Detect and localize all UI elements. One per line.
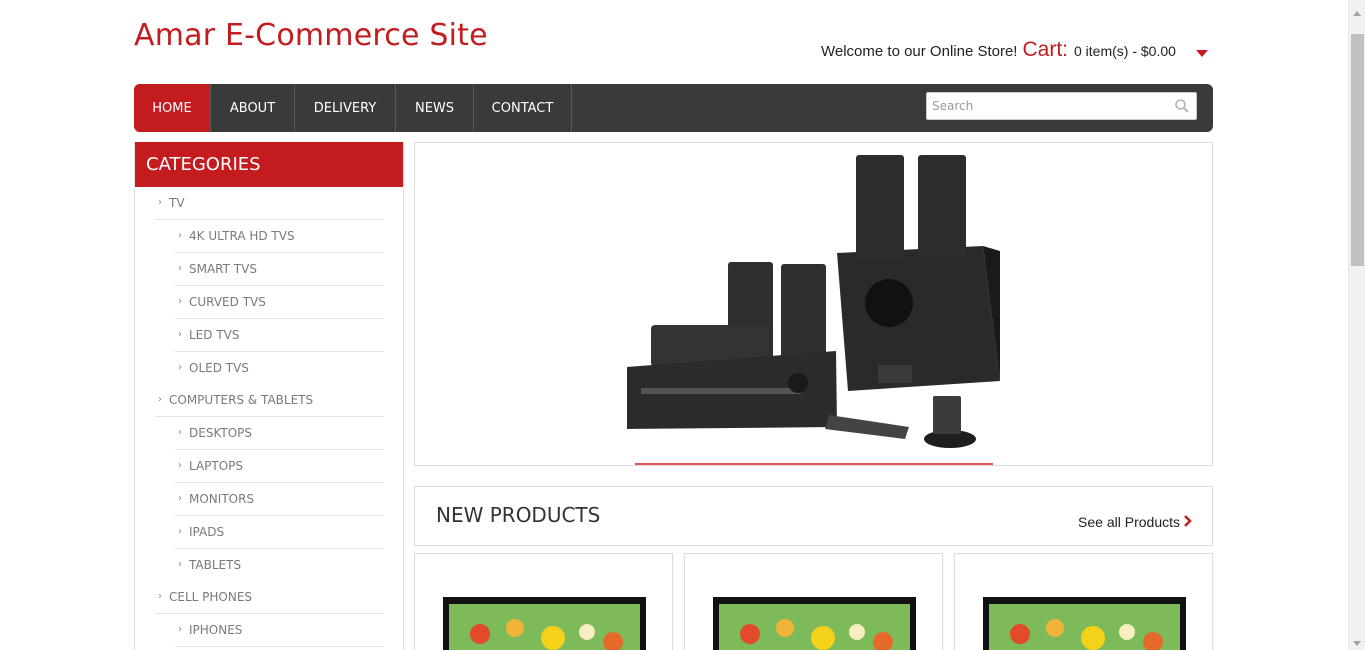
header-cart-area: Welcome to our Online Store! Cart: 0 ite… [821, 38, 1176, 68]
search-box [926, 92, 1197, 120]
slider-progress-bar [635, 463, 993, 465]
category-item-computers-tablets[interactable]: › COMPUTERS & TABLETS [158, 383, 313, 416]
category-item-smart-tvs[interactable]: › SMART TVS [178, 252, 257, 285]
cart-label[interactable]: Cart: [1022, 38, 1068, 62]
chevron-right-icon: › [178, 624, 182, 635]
category-label: DESKTOPS [189, 425, 253, 440]
search-icon[interactable] [1174, 98, 1190, 114]
tv-product-image [713, 597, 916, 650]
category-item-ipads[interactable]: › IPADS [178, 515, 224, 548]
category-label: TV [169, 195, 185, 210]
welcome-text: Welcome to our Online Store! [821, 43, 1018, 60]
chevron-right-icon: › [178, 296, 182, 307]
vertical-scrollbar[interactable] [1348, 0, 1365, 650]
chevron-right-icon: › [178, 559, 182, 570]
categories-sidebar: CATEGORIES › TV › 4K ULTRA HD TVS › SMART T… [134, 142, 404, 650]
category-item-curved-tvs[interactable]: › CURVED TVS [178, 285, 266, 318]
main-nav: HOME ABOUT DELIVERY NEWS CONTACT [134, 84, 1213, 132]
category-label: IPADS [189, 524, 225, 539]
chevron-right-icon: › [178, 460, 182, 471]
see-all-products-link[interactable]: See all Products [1078, 514, 1180, 530]
category-label: COMPUTERS & TABLETS [169, 392, 314, 407]
category-item-iphones[interactable]: › IPHONES [178, 613, 242, 646]
category-item-tablets[interactable]: › TABLETS [178, 548, 241, 581]
category-label: SMART TVS [189, 261, 257, 276]
category-item-cell-phones[interactable]: › CELL PHONES [158, 580, 252, 613]
category-label: LED TVS [189, 327, 240, 342]
category-item-monitors[interactable]: › MONITORS [178, 482, 254, 515]
chevron-right-icon: › [178, 427, 182, 438]
category-label: OLED TVS [189, 360, 249, 375]
category-label: MONITORS [189, 491, 255, 506]
nav-item-delivery[interactable]: DELIVERY [295, 84, 396, 132]
category-label: LAPTOPS [189, 458, 244, 473]
chevron-right-icon: › [178, 230, 182, 241]
nav-item-about[interactable]: ABOUT [211, 84, 295, 132]
chevron-right-icon: › [178, 362, 182, 373]
search-input[interactable] [927, 93, 1167, 119]
chevron-right-icon: › [178, 263, 182, 274]
chevron-right-icon[interactable] [1182, 515, 1192, 527]
tv-product-image [983, 597, 1186, 650]
chevron-right-icon: › [158, 591, 162, 602]
category-item-laptops[interactable]: › LAPTOPS [178, 449, 243, 482]
category-item-4k-ultra-hd-tvs[interactable]: › 4K ULTRA HD TVS [178, 219, 295, 252]
chevron-right-icon: › [158, 394, 162, 405]
product-card[interactable] [414, 553, 673, 650]
scroll-up-arrow-icon[interactable] [1353, 11, 1361, 16]
category-item-oled-tvs[interactable]: › OLED TVS [178, 351, 249, 384]
product-card[interactable] [684, 553, 943, 650]
category-label: 4K ULTRA HD TVS [189, 228, 295, 243]
divider [175, 646, 384, 647]
new-products-header: NEW PRODUCTS See all Products [414, 486, 1213, 546]
chevron-right-icon: › [178, 493, 182, 504]
category-item-led-tvs[interactable]: › LED TVS [178, 318, 239, 351]
nav-item-news[interactable]: NEWS [396, 84, 474, 132]
scroll-down-arrow-icon[interactable] [1353, 641, 1361, 646]
site-title[interactable]: Amar E-Commerce Site [134, 18, 488, 53]
hero-banner[interactable] [414, 142, 1213, 466]
category-label: CURVED TVS [189, 294, 266, 309]
categories-title: CATEGORIES [135, 142, 403, 187]
category-label: IPHONES [189, 622, 243, 637]
scrollbar-thumb[interactable] [1351, 34, 1364, 266]
category-label: TABLETS [189, 557, 242, 572]
chevron-right-icon: › [178, 329, 182, 340]
chevron-right-icon: › [178, 526, 182, 537]
chevron-right-icon: › [158, 197, 162, 208]
category-item-desktops[interactable]: › DESKTOPS [178, 416, 252, 449]
nav-item-contact[interactable]: CONTACT [474, 84, 572, 132]
tv-product-image [443, 597, 646, 650]
product-card[interactable] [954, 553, 1213, 650]
cart-summary[interactable]: 0 item(s) - $0.00 [1074, 43, 1176, 59]
category-label: CELL PHONES [169, 589, 253, 604]
home-theater-speakers-image [627, 155, 1000, 448]
cart-dropdown-caret-icon[interactable] [1196, 50, 1208, 57]
nav-item-home[interactable]: HOME [134, 84, 211, 132]
new-products-title: NEW PRODUCTS [436, 503, 601, 527]
category-item-tv[interactable]: › TV [158, 186, 185, 219]
